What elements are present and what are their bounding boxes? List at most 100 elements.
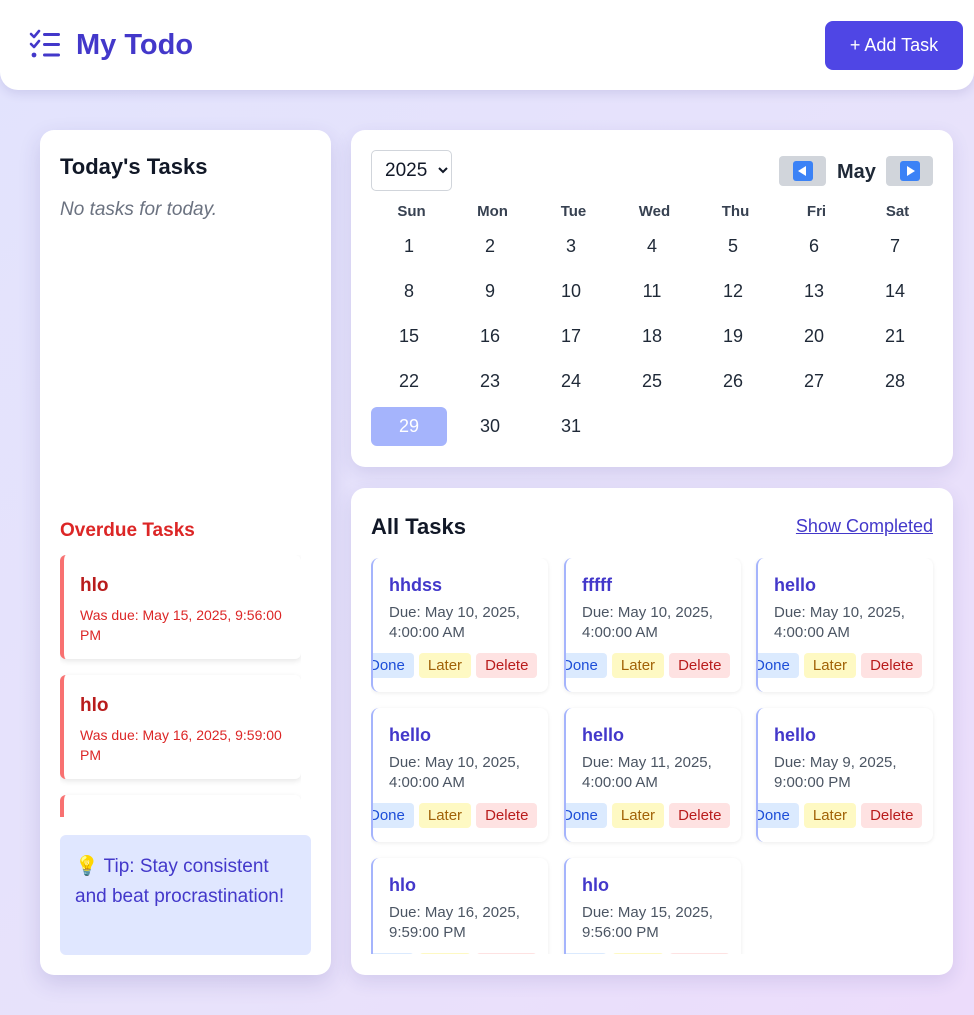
all-tasks-heading: All Tasks: [371, 514, 466, 539]
overdue-task-card[interactable]: hlo Was due: May 16, 2025, 9:59:00 PM: [60, 675, 301, 779]
app-title: My Todo: [76, 28, 194, 61]
delete-button[interactable]: Delete: [669, 803, 731, 828]
calendar-day[interactable]: 13: [776, 272, 852, 311]
calendar-day[interactable]: 19: [695, 317, 771, 356]
calendar-day[interactable]: 22: [371, 362, 447, 401]
later-button[interactable]: Later: [418, 653, 472, 678]
later-button[interactable]: Later: [418, 953, 472, 954]
later-button[interactable]: Later: [611, 653, 665, 678]
calendar-day[interactable]: 3: [533, 227, 609, 266]
calendar-day[interactable]: 11: [614, 272, 690, 311]
task-title: hello: [389, 725, 432, 745]
task-card[interactable]: hlo Due: May 16, 2025, 9:59:00 PM Done Late…: [371, 858, 548, 954]
task-title: hello: [582, 725, 625, 745]
calendar-day[interactable]: 14: [857, 272, 933, 311]
task-actions: DoneLaterDelete: [373, 803, 538, 828]
calendar-week-row: 1234567: [371, 227, 938, 266]
done-button[interactable]: Done: [566, 803, 607, 828]
add-task-button[interactable]: + Add Task: [825, 21, 963, 70]
overdue-list[interactable]: hlo Was due: May 15, 2025, 9:56:00 PM hl…: [60, 555, 301, 817]
calendar-day[interactable]: 17: [533, 317, 609, 356]
calendar-empty-cell: [614, 407, 690, 446]
later-button[interactable]: Later: [611, 803, 665, 828]
delete-button[interactable]: Delete: [476, 653, 538, 678]
task-actions: Done Later Delete: [566, 953, 731, 954]
task-card[interactable]: fffff Due: May 10, 2025, 4:00:00 AM Done La…: [564, 558, 741, 692]
calendar-day[interactable]: 10: [533, 272, 609, 311]
calendar-day[interactable]: 2: [452, 227, 528, 266]
calendar-day[interactable]: 15: [371, 317, 447, 356]
weekday-label: Mon: [477, 203, 508, 220]
later-button[interactable]: Later: [803, 653, 857, 678]
weekday-label: Wed: [638, 203, 671, 220]
no-tasks-message: No tasks for today.: [60, 199, 217, 220]
year-select[interactable]: 2025: [371, 150, 452, 191]
calendar-day[interactable]: 30: [452, 407, 528, 446]
calendar-day[interactable]: 27: [776, 362, 852, 401]
task-title: hello: [774, 725, 817, 745]
delete-button[interactable]: Delete: [476, 953, 538, 954]
calendar-day[interactable]: 6: [776, 227, 852, 266]
calendar-day[interactable]: 23: [452, 362, 528, 401]
done-button[interactable]: Done: [758, 653, 799, 678]
task-actions: DoneLaterDelete: [758, 653, 923, 678]
calendar-day[interactable]: 21: [857, 317, 933, 356]
task-title: hlo: [389, 875, 416, 895]
calendar-day[interactable]: 9: [452, 272, 528, 311]
task-title: hlo: [582, 875, 609, 895]
task-due: Due: May 11, 2025, 4:00:00 AM: [582, 754, 712, 791]
calendar-day[interactable]: 5: [695, 227, 771, 266]
calendar-day[interactable]: 24: [533, 362, 609, 401]
calendar-day[interactable]: 18: [614, 317, 690, 356]
task-actions: Done Later Delete: [373, 953, 538, 954]
calendar-day[interactable]: 25: [614, 362, 690, 401]
calendar-week-row: 29 30 31: [371, 407, 938, 446]
task-card[interactable]: hello Due: May 10, 2025, 4:00:00 AM Done La…: [371, 708, 548, 842]
calendar-day[interactable]: 16: [452, 317, 528, 356]
done-button[interactable]: Done: [566, 953, 607, 954]
next-month-button[interactable]: [886, 156, 933, 186]
calendar-day[interactable]: 8: [371, 272, 447, 311]
calendar-day[interactable]: 7: [857, 227, 933, 266]
delete-button[interactable]: Delete: [476, 803, 538, 828]
calendar-day[interactable]: 4: [614, 227, 690, 266]
task-card[interactable]: hlo Due: May 15, 2025, 9:56:00 PM Done Late…: [564, 858, 741, 954]
later-button[interactable]: Later: [418, 803, 472, 828]
calendar-day[interactable]: 20: [776, 317, 852, 356]
task-card[interactable]: hhdss Due: May 10, 2025, 4:00:00 AM Done La…: [371, 558, 548, 692]
done-button[interactable]: Done: [373, 653, 414, 678]
task-due: Due: May 16, 2025, 9:59:00 PM: [389, 904, 520, 941]
done-button[interactable]: Done: [373, 953, 414, 954]
done-button[interactable]: Done: [373, 803, 414, 828]
calendar-day-selected[interactable]: 29: [371, 407, 447, 446]
weekday-label: Sat: [885, 203, 910, 220]
done-button[interactable]: Done: [566, 653, 607, 678]
overdue-task-card[interactable]: [60, 795, 301, 817]
prev-month-button[interactable]: [779, 156, 826, 186]
show-completed-link[interactable]: Show Completed: [796, 516, 933, 537]
delete-button[interactable]: Delete: [669, 653, 731, 678]
calendar: 2025 May Sun Mon Tue Wed Thu Fri Sat 123…: [351, 130, 953, 467]
calendar-day[interactable]: 28: [857, 362, 933, 401]
calendar-day[interactable]: 1: [371, 227, 447, 266]
later-button[interactable]: Later: [611, 953, 665, 954]
delete-button[interactable]: Delete: [861, 803, 923, 828]
calendar-empty-cell: [695, 407, 771, 446]
task-due: Due: May 15, 2025, 9:56:00 PM: [582, 904, 713, 941]
calendar-day[interactable]: 12: [695, 272, 771, 311]
calendar-day[interactable]: 26: [695, 362, 771, 401]
later-button[interactable]: Later: [803, 803, 857, 828]
done-button[interactable]: Done: [758, 803, 799, 828]
task-due: Due: May 10, 2025, 4:00:00 AM: [389, 754, 520, 791]
task-card[interactable]: hello Due: May 10, 2025, 4:00:00 AM Done La…: [756, 558, 933, 692]
app-header: My Todo + Add Task: [0, 0, 974, 90]
calendar-empty-cell: [776, 407, 852, 446]
delete-button[interactable]: Delete: [669, 953, 731, 954]
task-card[interactable]: hello Due: May 9, 2025, 9:00:00 PM Done Lat…: [756, 708, 933, 842]
calendar-day[interactable]: 31: [533, 407, 609, 446]
overdue-task-card[interactable]: hlo Was due: May 15, 2025, 9:56:00 PM: [60, 555, 301, 659]
task-card[interactable]: hello Due: May 11, 2025, 4:00:00 AM Done La…: [564, 708, 741, 842]
delete-button[interactable]: Delete: [861, 653, 923, 678]
overdue-task-due: Was due: May 16, 2025, 9:59:00 PM: [80, 727, 282, 763]
task-actions: DoneLaterDelete: [758, 803, 923, 828]
